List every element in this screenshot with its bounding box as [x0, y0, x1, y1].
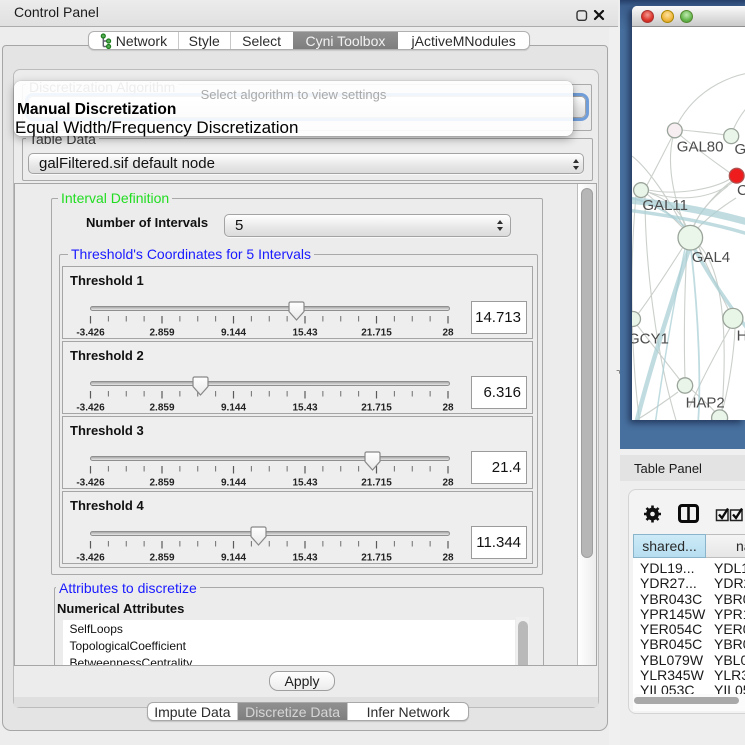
svg-text:9.144: 9.144 [221, 403, 246, 413]
svg-text:GAL11: GAL11 [642, 197, 688, 214]
svg-text:15.43: 15.43 [292, 553, 317, 563]
svg-text:2.859: 2.859 [149, 403, 174, 413]
svg-text:15.43: 15.43 [292, 328, 317, 338]
svg-text:2.859: 2.859 [149, 553, 174, 563]
svg-text:HA: HA [737, 328, 745, 345]
svg-text:15.43: 15.43 [292, 403, 317, 413]
svg-text:GAL80: GAL80 [677, 139, 724, 156]
svg-text:-3.426: -3.426 [76, 328, 105, 338]
svg-text:HAP2: HAP2 [686, 395, 725, 412]
svg-text:GA: GA [735, 141, 745, 158]
svg-text:21.715: 21.715 [361, 403, 392, 413]
svg-text:-3.426: -3.426 [76, 478, 105, 488]
svg-text:28: 28 [442, 553, 454, 563]
svg-text:CD: CD [737, 182, 745, 199]
svg-text:28: 28 [442, 328, 454, 338]
svg-text:2.859: 2.859 [149, 478, 174, 488]
svg-text:-3.426: -3.426 [76, 403, 105, 413]
svg-text:15.43: 15.43 [292, 478, 317, 488]
svg-text:GCY1: GCY1 [632, 331, 669, 348]
svg-text:21.715: 21.715 [361, 553, 392, 563]
svg-text:9.144: 9.144 [221, 328, 246, 338]
svg-text:9.144: 9.144 [221, 478, 246, 488]
svg-text:21.715: 21.715 [361, 478, 392, 488]
svg-text:21.715: 21.715 [361, 328, 392, 338]
svg-text:28: 28 [442, 403, 454, 413]
svg-text:2.859: 2.859 [149, 328, 174, 338]
svg-text:28: 28 [442, 478, 454, 488]
svg-text:GAL4: GAL4 [692, 249, 730, 266]
svg-text:-3.426: -3.426 [76, 553, 105, 563]
svg-text:9.144: 9.144 [221, 553, 246, 563]
